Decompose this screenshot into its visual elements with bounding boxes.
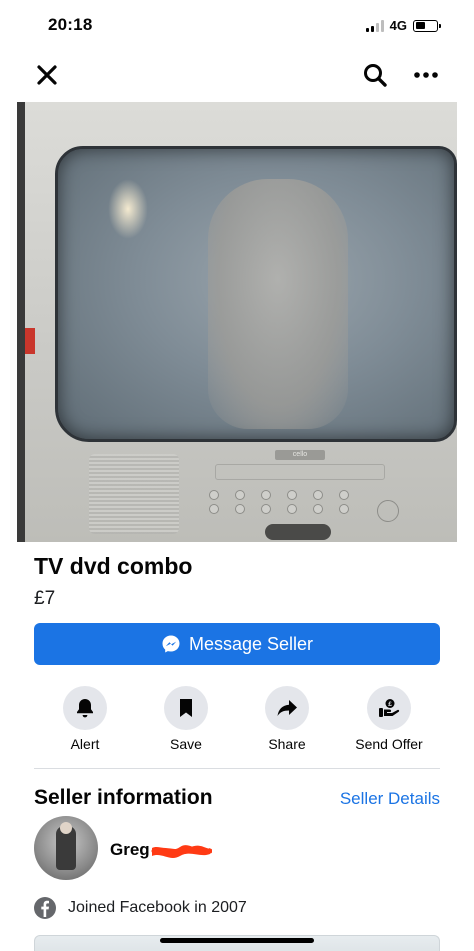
share-arrow-icon <box>277 700 297 716</box>
top-nav <box>0 54 474 98</box>
messenger-icon <box>162 635 180 653</box>
status-indicators: 4G <box>365 18 441 33</box>
tv-brand-logo: cello <box>275 450 325 460</box>
redaction-scribble <box>151 845 212 858</box>
battery-icon <box>413 19 441 32</box>
facebook-icon <box>34 897 56 919</box>
send-offer-button[interactable]: £ Send Offer <box>344 686 434 752</box>
tv-image: cello <box>25 102 457 542</box>
divider <box>34 768 440 769</box>
send-offer-label: Send Offer <box>355 736 423 752</box>
close-icon[interactable] <box>34 62 60 88</box>
listing-price: £7 <box>34 588 56 609</box>
listing-title: TV dvd combo <box>34 553 193 579</box>
save-button[interactable]: Save <box>141 686 231 752</box>
joined-facebook-row: Joined Facebook in 2007 <box>34 897 247 919</box>
seller-avatar[interactable] <box>34 816 98 880</box>
network-type: 4G <box>389 18 407 33</box>
seller-details-link[interactable]: Seller Details <box>340 789 440 809</box>
status-bar: 20:18 4G <box>0 0 474 52</box>
save-label: Save <box>170 736 202 752</box>
svg-text:£: £ <box>388 701 392 708</box>
more-icon[interactable] <box>412 62 440 88</box>
joined-text: Joined Facebook in 2007 <box>68 899 247 916</box>
signal-icon <box>365 19 384 32</box>
action-row: Alert Save Share £ Send Offer <box>34 686 440 756</box>
home-indicator <box>160 938 314 943</box>
search-icon[interactable] <box>362 62 388 88</box>
offer-icon: £ <box>379 699 400 717</box>
share-button[interactable]: Share <box>242 686 332 752</box>
alert-button[interactable]: Alert <box>40 686 130 752</box>
listing-photo[interactable]: cello <box>17 102 457 542</box>
message-seller-label: Message Seller <box>188 633 314 654</box>
message-seller-button[interactable]: Message Seller <box>34 623 440 665</box>
share-label: Share <box>268 736 306 752</box>
alert-label: Alert <box>70 736 100 752</box>
bookmark-icon <box>180 699 192 717</box>
seller-info-heading: Seller information <box>34 786 213 809</box>
bell-icon <box>77 699 93 718</box>
status-time: 20:18 <box>48 15 93 34</box>
seller-name[interactable]: Greg <box>110 840 150 860</box>
